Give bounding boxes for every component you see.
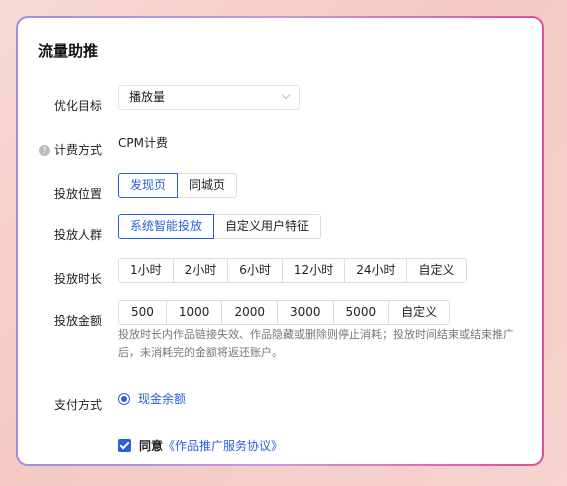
duration-option[interactable]: 1小时: [118, 258, 174, 283]
amount-option[interactable]: 2000: [221, 300, 278, 325]
optimize-label: 优化目标: [53, 99, 102, 113]
billing-label: 计费方式: [53, 143, 102, 157]
amount-note: 投放时长内作品链接失效、作品隐藏或删除则停止消耗；投放时间结束或结束推广后，未消…: [118, 328, 514, 359]
amount-option[interactable]: 自定义: [388, 300, 451, 325]
radio-selected-icon[interactable]: [118, 392, 130, 405]
duration-option[interactable]: 24小时: [344, 258, 408, 283]
billing-row: ? 计费方式 CPM计费: [18, 136, 542, 158]
amount-option[interactable]: 5000: [332, 300, 390, 325]
checkbox-checked-icon[interactable]: [118, 439, 131, 452]
optimize-select[interactable]: 播放量: [118, 85, 300, 110]
payment-option[interactable]: 现金余额: [118, 388, 186, 407]
duration-segment: 1小时 2小时 6小时 12小时 24小时 自定义: [118, 258, 467, 283]
optimize-row: 优化目标 播放量: [18, 85, 542, 114]
agreement-row: 同意《作品推广服务协议》: [118, 435, 283, 454]
duration-option[interactable]: 12小时: [281, 258, 346, 283]
position-option-local[interactable]: 同城页: [177, 173, 238, 198]
amount-option[interactable]: 3000: [277, 300, 334, 325]
billing-label-wrap: ? 计费方式: [22, 141, 102, 158]
audience-option-smart[interactable]: 系统智能投放: [118, 214, 215, 239]
chevron-down-icon: [281, 90, 291, 100]
duration-option[interactable]: 自定义: [406, 258, 467, 283]
audience-option-custom[interactable]: 自定义用户特征: [213, 214, 322, 239]
position-option-discover[interactable]: 发现页: [118, 173, 179, 198]
duration-label: 投放时长: [53, 272, 102, 286]
audience-segment: 系统智能投放 自定义用户特征: [118, 214, 322, 239]
agreement-link[interactable]: 《作品推广服务协议》: [163, 439, 283, 453]
duration-option[interactable]: 2小时: [172, 258, 229, 283]
amount-option[interactable]: 500: [118, 300, 167, 325]
amount-option[interactable]: 1000: [165, 300, 223, 325]
duration-option[interactable]: 6小时: [227, 258, 283, 283]
audience-label: 投放人群: [53, 228, 102, 242]
optimize-value: 播放量: [129, 90, 166, 104]
amount-segment: 500 1000 2000 3000 5000 自定义: [118, 300, 451, 325]
duration-row: 投放时长 1小时 2小时 6小时 12小时 24小时 自定义: [18, 258, 542, 287]
agreement-text: 同意: [139, 439, 164, 453]
amount-label: 投放金额: [53, 314, 102, 328]
payment-row: 支付方式 现金余额: [18, 392, 542, 413]
boost-card: 流量助推 优化目标 播放量 ? 计费方式 CPM计费 投放位置 发现页 同城页 投…: [16, 16, 544, 466]
position-segment: 发现页 同城页: [118, 173, 238, 198]
audience-row: 投放人群 系统智能投放 自定义用户特征: [18, 214, 542, 243]
position-label: 投放位置: [53, 187, 102, 201]
help-icon[interactable]: ?: [38, 145, 50, 156]
payment-option-label: 现金余额: [138, 392, 187, 406]
page-title: 流量助推: [38, 42, 99, 60]
billing-value: CPM计费: [118, 136, 168, 150]
position-row: 投放位置 发现页 同城页: [18, 173, 542, 202]
payment-label: 支付方式: [53, 398, 102, 412]
